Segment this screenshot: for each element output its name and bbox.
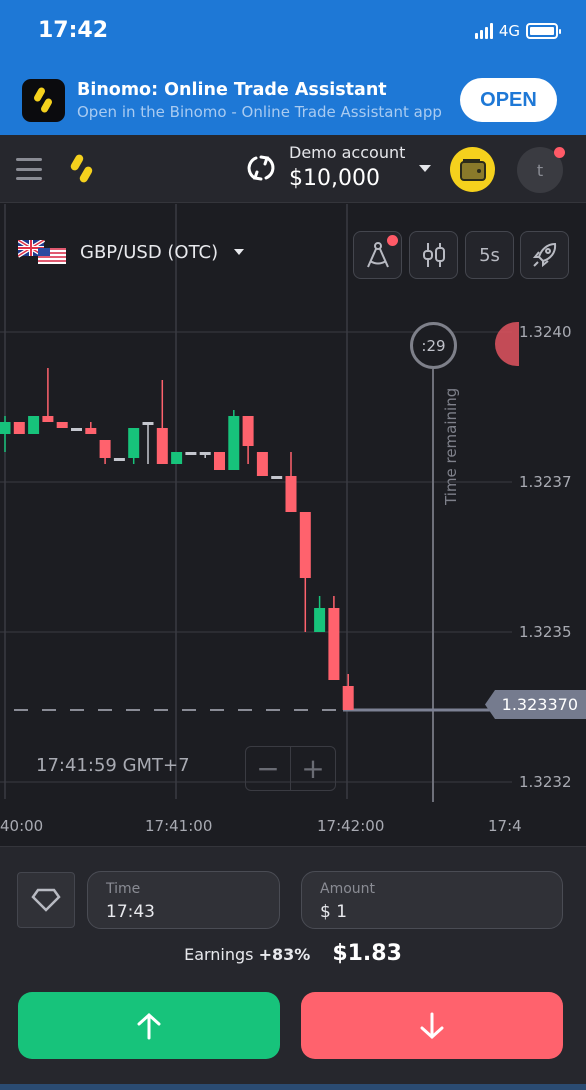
- candle-body: [128, 428, 140, 458]
- menu-icon[interactable]: [16, 158, 42, 180]
- app-icon: [22, 79, 65, 122]
- expiry-timer: :29: [410, 322, 457, 369]
- time-tick: 40:00: [0, 817, 44, 835]
- candle-body: [156, 428, 168, 464]
- status-time: 17:42: [38, 18, 109, 43]
- zoom-out-button[interactable]: −: [246, 747, 291, 790]
- amount-field-label: Amount: [320, 881, 376, 897]
- zoom-control: − +: [245, 746, 336, 791]
- gbp-usd-flag-icon: [18, 240, 66, 264]
- candle-body: [113, 458, 125, 461]
- banner-title: Binomo: Online Trade Assistant: [77, 80, 387, 100]
- current-price-tag: 1.323370: [485, 690, 586, 719]
- arrow-down-icon: [420, 1012, 444, 1039]
- time-field-label: Time: [106, 881, 141, 897]
- notification-dot: [554, 147, 565, 158]
- amount-field-value: $ 1: [320, 902, 348, 922]
- candle-body: [328, 608, 340, 680]
- candle-body: [242, 416, 254, 446]
- price-tick: 1.3235: [519, 623, 572, 641]
- candle-body: [56, 422, 68, 428]
- price-tick: 1.3232: [519, 773, 572, 791]
- compass-icon: [366, 242, 389, 268]
- candle-body: [28, 416, 40, 434]
- candle-body: [271, 476, 283, 479]
- candle-body: [314, 608, 326, 632]
- time-tick: 17:4: [488, 817, 522, 835]
- asset-pair-name: GBP/USD (OTC): [80, 241, 219, 263]
- candle-body: [85, 428, 97, 434]
- candle-body: [199, 452, 211, 455]
- battery-icon: [526, 23, 561, 39]
- candle-body: [171, 452, 183, 464]
- wallet-icon: [459, 158, 486, 181]
- trade-up-button[interactable]: [18, 992, 280, 1059]
- time-field[interactable]: Time 17:43: [87, 871, 280, 929]
- signal-icon: [474, 23, 493, 39]
- candle-body: [0, 422, 11, 434]
- asset-dropdown-icon: [234, 249, 245, 255]
- price-tick: 1.3240: [519, 323, 572, 341]
- app-banner: Binomo: Online Trade Assistant Open in t…: [0, 66, 586, 135]
- home-indicator-bar: [0, 1084, 586, 1090]
- candle-body: [285, 476, 297, 512]
- account-dropdown-icon[interactable]: [419, 165, 431, 172]
- open-app-button[interactable]: OPEN: [460, 78, 557, 122]
- diamond-icon: [31, 888, 61, 912]
- chart-type-button[interactable]: [409, 231, 458, 279]
- earnings-amount: $1.83: [332, 941, 402, 966]
- candle-body: [185, 452, 197, 455]
- avatar-initial: t: [536, 160, 544, 180]
- chart-clock: 17:41:59 GMT+7: [36, 755, 190, 776]
- time-tick: 17:41:00: [145, 817, 213, 835]
- candle-body: [42, 416, 54, 422]
- candle-body: [256, 452, 268, 476]
- price-tick: 1.3237: [519, 473, 572, 491]
- status-indicators: 4G: [474, 22, 561, 40]
- candle-body: [142, 422, 154, 425]
- account-balance[interactable]: $10,000: [289, 166, 380, 191]
- candle-body: [99, 440, 111, 458]
- wallet-button[interactable]: [450, 147, 495, 192]
- banner-subtitle: Open in the Binomo - Online Trade Assist…: [77, 103, 442, 121]
- drawing-tools-button[interactable]: [353, 231, 402, 279]
- time-field-value: 17:43: [106, 902, 155, 922]
- account-type-label[interactable]: Demo account: [289, 143, 405, 162]
- candle-body: [342, 686, 354, 710]
- amount-field[interactable]: Amount $ 1: [301, 871, 563, 929]
- network-type: 4G: [498, 22, 520, 40]
- binomo-logo[interactable]: [66, 152, 98, 186]
- status-bar: 17:42 4G: [0, 0, 586, 66]
- earnings-row: Earnings +83% $1.83: [0, 941, 586, 966]
- rocket-icon: [532, 242, 556, 268]
- candle-body: [299, 512, 311, 578]
- candle-body: [71, 428, 82, 431]
- candle-body: [13, 422, 25, 434]
- timeframe-button[interactable]: 5s: [465, 231, 514, 279]
- avatar[interactable]: t: [517, 147, 565, 193]
- time-tick: 17:42:00: [317, 817, 385, 835]
- switch-account-icon[interactable]: [243, 150, 279, 186]
- trade-panel: Time 17:43 Amount $ 1 Earnings +83% $1.8…: [0, 846, 586, 1090]
- candle-body: [214, 452, 225, 470]
- notification-dot: [387, 235, 398, 246]
- trade-down-button[interactable]: [301, 992, 563, 1059]
- bonus-button[interactable]: [17, 872, 75, 928]
- earnings-percent: +83%: [258, 945, 311, 964]
- zoom-in-button[interactable]: +: [291, 747, 335, 790]
- asset-selector[interactable]: GBP/USD (OTC): [18, 240, 245, 264]
- candles-icon: [422, 243, 445, 267]
- earnings-label: Earnings: [184, 945, 254, 964]
- arrow-up-icon: [137, 1012, 161, 1039]
- candle-body: [228, 416, 240, 470]
- timeframe-label: 5s: [479, 244, 500, 266]
- top-bar: Demo account $10,000 t: [0, 135, 586, 203]
- boost-button[interactable]: [520, 231, 569, 279]
